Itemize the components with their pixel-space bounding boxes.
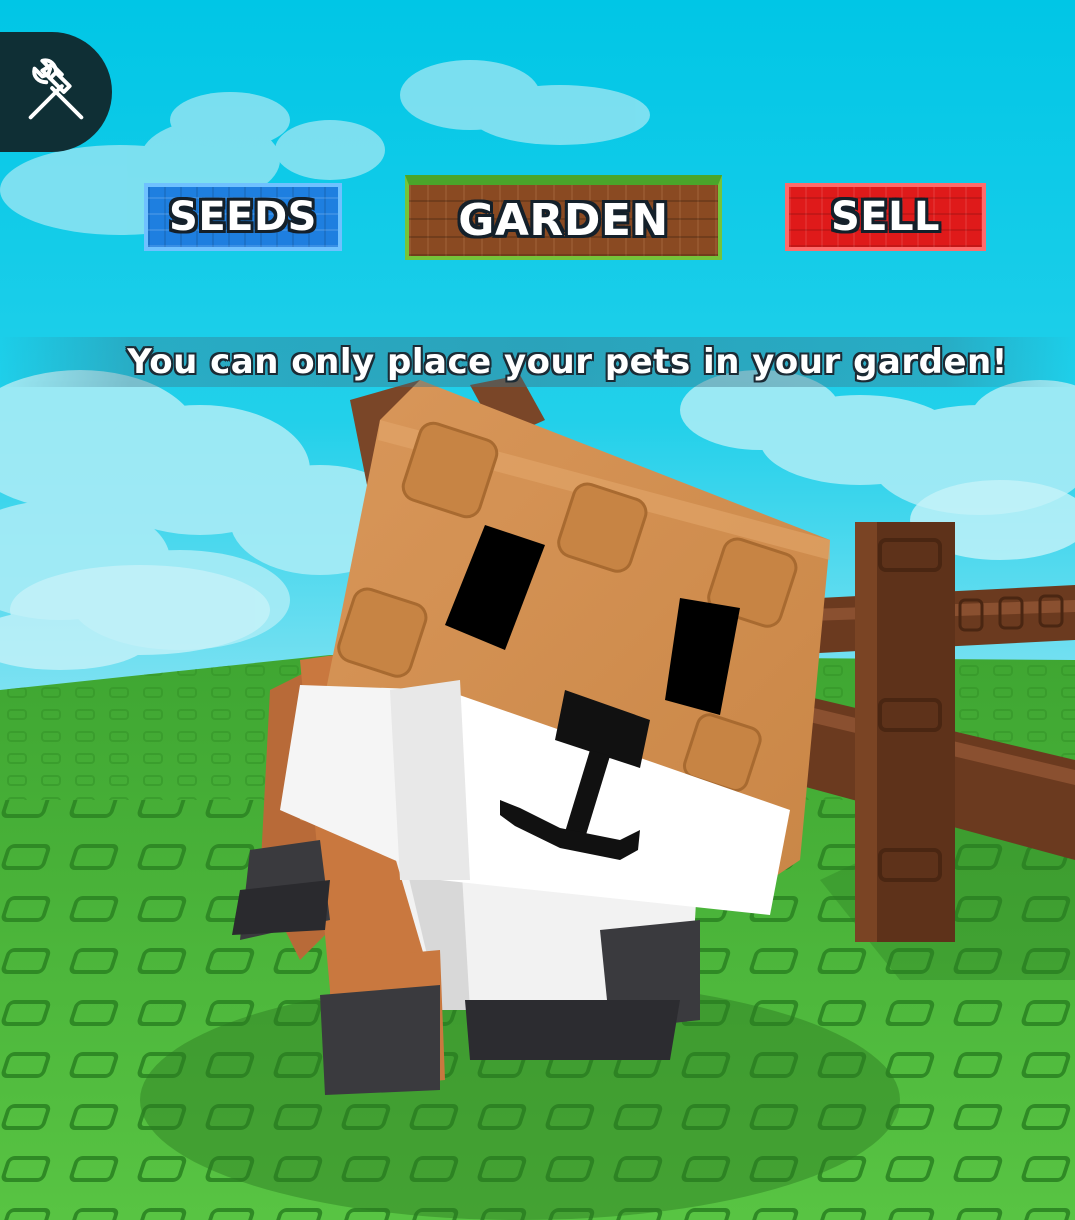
garden-button-label: GARDEN <box>458 195 669 246</box>
game-viewport: SEEDS GARDEN SELL You can only place you… <box>0 0 1075 1220</box>
sell-button[interactable]: SELL <box>785 183 986 251</box>
notification-message: You can only place your pets in your gar… <box>127 342 1008 382</box>
hammer-wrench-icon <box>28 58 84 120</box>
garden-button[interactable]: GARDEN <box>405 175 722 260</box>
sell-button-label: SELL <box>830 194 941 240</box>
seeds-button-label: SEEDS <box>169 194 317 240</box>
seeds-button[interactable]: SEEDS <box>144 183 342 251</box>
